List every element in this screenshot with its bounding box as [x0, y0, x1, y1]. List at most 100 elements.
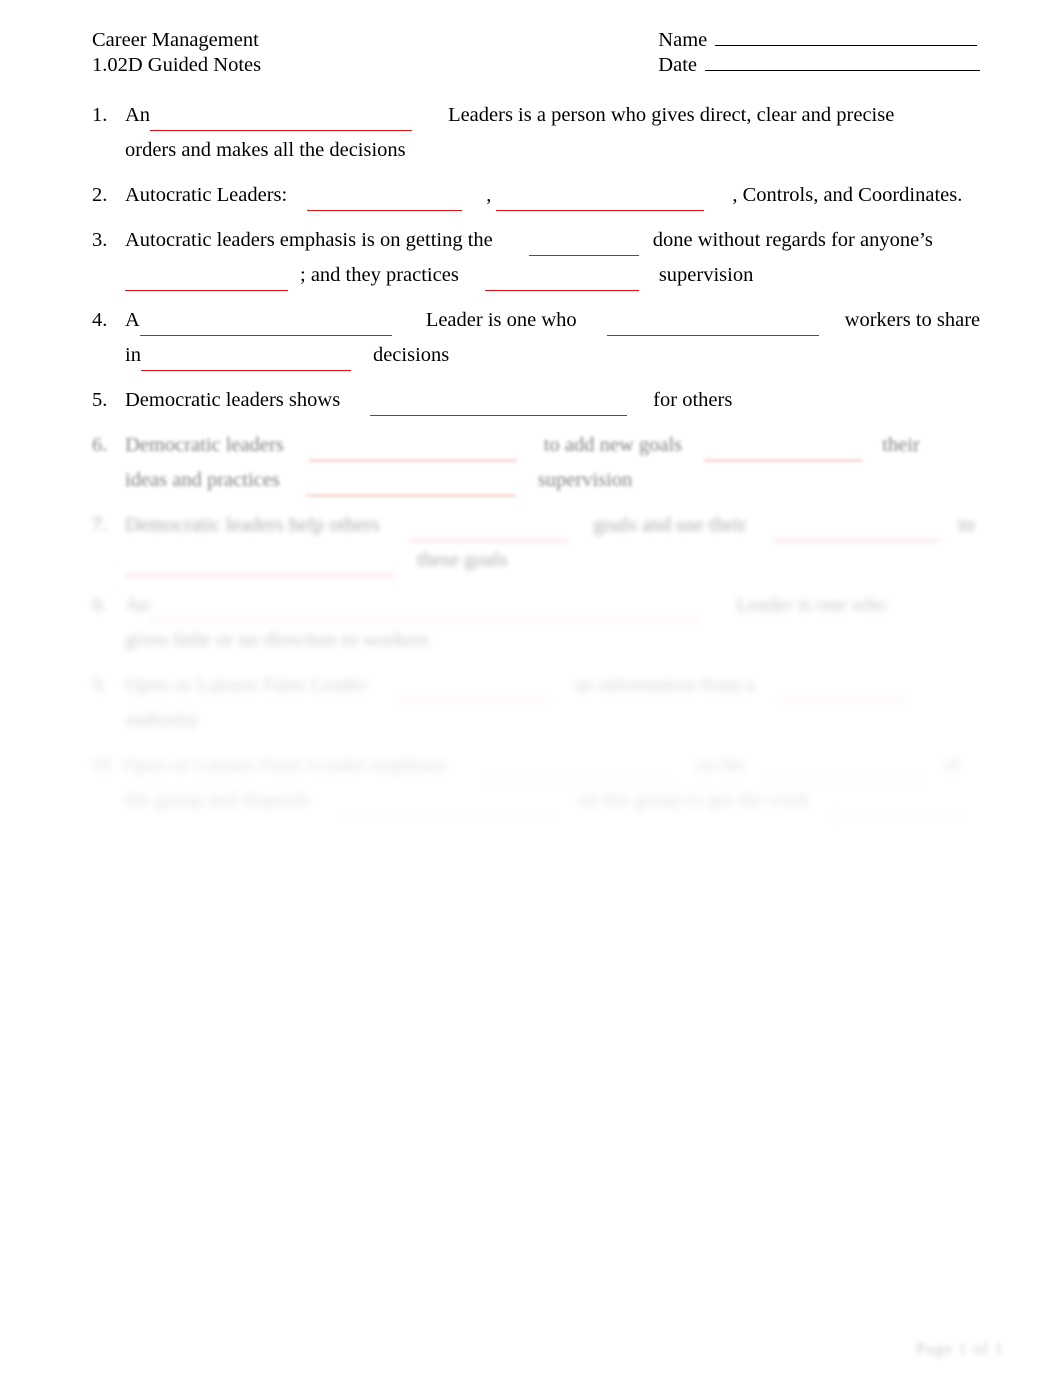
worksheet-sheet: Career Management 1.02D Guided Notes Nam… — [0, 0, 1062, 1377]
question-line: ; and they practices supervision — [92, 258, 987, 293]
answer-blank[interactable] — [307, 194, 463, 211]
name-label: Name — [658, 29, 708, 51]
question-item: 4. A Leader is one who workers to share in de… — [92, 303, 987, 373]
question-line: 7. Democratic leaders help others goals an… — [92, 508, 987, 543]
course-title: Career Management — [92, 29, 259, 51]
answer-blank[interactable] — [763, 764, 926, 781]
question-item: 1. An Leaders is a person who gives direct… — [92, 98, 987, 168]
question-text: supervision — [537, 469, 633, 491]
document-page: Career Management 1.02D Guided Notes Nam… — [0, 0, 1062, 1377]
question-text: Leader is one who — [736, 594, 887, 616]
question-number: 1. — [92, 104, 108, 126]
question-number: 5. — [92, 389, 108, 411]
question-text: in — [125, 344, 141, 366]
question-number: 6. — [92, 434, 108, 456]
question-text: gives little or no direction to workers — [125, 629, 430, 651]
question-item: 9. Open or Laissez Faire Leader an informa… — [92, 668, 987, 738]
question-text: orders and makes all the decisions — [125, 139, 406, 161]
answer-blank[interactable] — [409, 524, 570, 541]
answer-blank[interactable] — [832, 799, 963, 816]
question-line: authority — [92, 703, 987, 738]
answer-blank[interactable] — [370, 399, 628, 416]
question-text: decisions — [372, 344, 450, 366]
date-label: Date — [658, 54, 697, 76]
answer-blank[interactable] — [305, 479, 516, 496]
answer-blank[interactable] — [496, 194, 705, 211]
answer-blank[interactable] — [139, 319, 392, 336]
question-text: Autocratic Leaders: — [125, 184, 288, 206]
question-text: on the — [694, 754, 746, 776]
question-text: to — [958, 514, 975, 536]
answer-blank[interactable] — [150, 604, 699, 621]
question-number: 7. — [92, 514, 108, 536]
answer-blank[interactable] — [395, 684, 551, 701]
question-text: for others — [653, 389, 733, 411]
name-field-row: Name — [658, 28, 980, 53]
date-field-row: Date — [658, 53, 980, 78]
question-text: the group and depends — [125, 789, 311, 811]
answer-blank[interactable] — [528, 239, 639, 256]
question-line: these goals — [92, 543, 987, 578]
question-line: 5. Democratic leaders shows for others — [92, 383, 987, 418]
answer-blank[interactable] — [776, 684, 907, 701]
question-text: workers to share — [844, 309, 981, 331]
question-number: 3. — [92, 229, 108, 251]
answer-blank[interactable] — [140, 354, 351, 371]
question-text: goals and use their — [593, 514, 747, 536]
question-text: Autocratic leaders emphasis is on gettin… — [125, 229, 493, 251]
page-footer: Page 1 of 1 — [916, 1339, 1004, 1358]
question-text: ; and they practices — [300, 264, 459, 286]
question-text: supervision — [658, 264, 754, 286]
question-line: the group and depends on the group to get… — [92, 783, 987, 818]
answer-blank[interactable] — [340, 799, 553, 816]
question-text: these goals — [417, 549, 508, 571]
question-line: 1. An Leaders is a person who gives direct… — [92, 98, 987, 133]
question-item: 3. Autocratic leaders emphasis is on gett… — [92, 223, 987, 293]
question-text: , — [486, 184, 492, 206]
question-text: an information from a — [574, 674, 755, 696]
question-line: 2. Autocratic Leaders:, , Controls, and Co… — [92, 178, 987, 213]
document-header: Career Management 1.02D Guided Notes Nam… — [92, 28, 982, 78]
question-item: 2. Autocratic Leaders:, , Controls, and Co… — [92, 178, 987, 213]
question-text: ideas and practices — [125, 469, 280, 491]
question-text: An — [125, 104, 151, 126]
question-line: 8. An Leader is one who — [92, 588, 987, 623]
question-number: 2. — [92, 184, 108, 206]
question-line: 9. Open or Laissez Faire Leader an informa… — [92, 668, 987, 703]
guided-notes-list: 1. An Leaders is a person who gives direct… — [90, 98, 987, 828]
question-item: 10. Open or Laissez Faire Leader emphasis… — [90, 748, 987, 818]
question-line: gives little or no direction to workers — [92, 623, 987, 658]
question-text: Leaders is a person who gives direct, cl… — [448, 104, 895, 126]
answer-blank[interactable] — [150, 114, 413, 131]
question-number: 10. — [90, 754, 116, 776]
question-text: Open or Laissez Faire Leader — [125, 674, 368, 696]
question-line: 10. Open or Laissez Faire Leader emphasis… — [90, 748, 987, 783]
question-text: on the group to get the work — [578, 789, 811, 811]
question-text: Democratic leaders — [125, 434, 284, 456]
question-text: Democratic leaders help others — [125, 514, 380, 536]
question-number: 4. — [92, 309, 108, 331]
answer-blank[interactable] — [772, 524, 941, 541]
question-text: to add new goals — [543, 434, 683, 456]
question-text: their — [882, 434, 920, 456]
answer-blank[interactable] — [484, 274, 639, 291]
answer-blank[interactable] — [704, 444, 863, 461]
answer-blank[interactable] — [482, 764, 673, 781]
name-input-blank[interactable] — [715, 28, 978, 46]
question-number: 8. — [92, 594, 108, 616]
question-text: of — [943, 754, 961, 776]
answer-blank[interactable] — [125, 274, 288, 291]
answer-blank[interactable] — [125, 559, 393, 576]
question-item: 5. Democratic leaders shows for others — [92, 383, 987, 418]
question-text: Leader is one who — [425, 309, 577, 331]
answer-blank[interactable] — [606, 319, 819, 336]
question-text: Open or Laissez Faire Leader emphasis — [123, 754, 447, 776]
question-line: in decisions — [92, 338, 987, 373]
question-text: An — [125, 594, 151, 616]
question-item: 6. Democratic leaders to add new goals thei… — [92, 428, 987, 498]
question-text: Democratic leaders shows — [125, 389, 341, 411]
answer-blank[interactable] — [308, 444, 517, 461]
date-input-blank[interactable] — [705, 53, 980, 71]
question-line: 6. Democratic leaders to add new goals thei… — [92, 428, 987, 463]
header-right-block: Name Date — [658, 28, 980, 78]
